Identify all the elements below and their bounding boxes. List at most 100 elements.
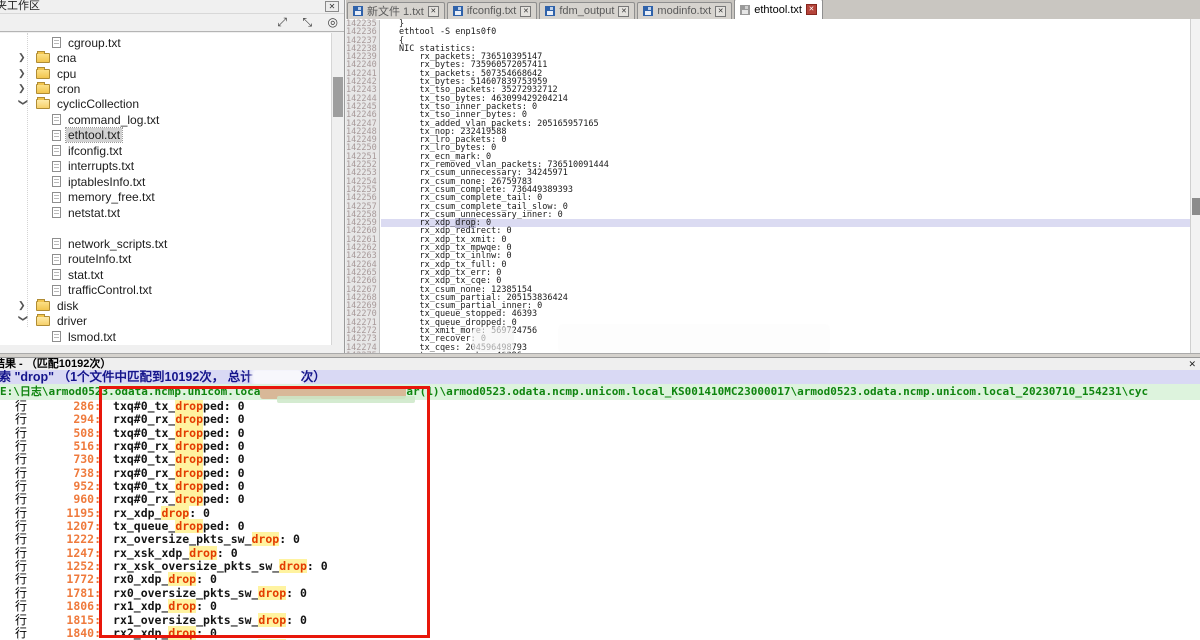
result-line-label: 行: [15, 506, 27, 520]
chevron-collapsed-icon[interactable]: ❯: [18, 52, 28, 63]
folder-open-icon: [36, 99, 50, 109]
result-line-number: 1222:: [27, 533, 101, 546]
tree-item-cgroup.txt[interactable]: cgroup.txt: [0, 35, 331, 50]
tab-label: ifconfig.txt: [467, 5, 517, 17]
tab-label: fdm_output: [559, 5, 614, 17]
tree-item-label: iptablesInfo.txt: [66, 175, 147, 189]
file-icon: [52, 331, 61, 342]
tree-item-label: ifconfig.txt: [66, 144, 124, 158]
editor-area[interactable]: 1422351422361422371422381422391422401422…: [346, 19, 1190, 353]
tree-item-routeInfo.txt[interactable]: routeInfo.txt: [0, 252, 331, 267]
censor-blur: [472, 327, 514, 352]
tab-close-icon[interactable]: ✕: [520, 6, 531, 17]
folder-open-icon: [36, 316, 50, 326]
result-line-label: 行: [15, 572, 27, 586]
tree-item-memory_free.txt[interactable]: memory_free.txt: [0, 189, 331, 204]
chevron-collapsed-icon[interactable]: ❯: [18, 300, 28, 311]
tree-item-cpu[interactable]: ❯cpu: [0, 66, 331, 81]
folder-icon: [36, 301, 50, 311]
tree-item-stat.txt[interactable]: stat.txt: [0, 267, 331, 282]
result-line-number: 508:: [27, 427, 101, 440]
file-icon: [52, 114, 61, 125]
tree-item-disk[interactable]: ❯ disk: [0, 298, 331, 313]
tree-item-iptablesInfo.txt[interactable]: iptablesInfo.txt: [0, 174, 331, 189]
chevron-collapsed-icon[interactable]: ❯: [18, 68, 28, 79]
editor-line: rx_csum_unnecessary_inner: 0: [381, 211, 1190, 219]
tab-close-icon[interactable]: ✕: [715, 6, 726, 17]
result-line-number: 294:: [27, 413, 101, 426]
editor-scrollbar-thumb[interactable]: [1192, 198, 1200, 215]
tree-scrollbar-thumb[interactable]: [333, 77, 343, 117]
tree-scrollbar[interactable]: [331, 33, 344, 345]
result-line-number: 1772:: [27, 573, 101, 586]
file-icon: [52, 145, 61, 156]
results-titlebar: 结果 - （匹配10192次）: [0, 358, 1200, 370]
editor-line: ethtool -S enp1s0f0: [381, 28, 1190, 36]
tab-modinfo.txt[interactable]: modinfo.txt ✕: [637, 2, 732, 19]
tree-item-label: command_log.txt: [66, 113, 161, 127]
result-line-number: 1247:: [27, 547, 101, 560]
chevron-collapsed-icon[interactable]: ❯: [18, 83, 28, 94]
locate-file-icon[interactable]: ◎: [328, 13, 338, 32]
editor-scrollbar[interactable]: [1190, 19, 1200, 353]
result-line-label: 行: [15, 412, 27, 426]
tree-item-label: ethtool.txt: [66, 128, 122, 142]
tree-item-cna[interactable]: ❯cna: [0, 50, 331, 65]
tree-item-ifconfig.txt[interactable]: ifconfig.txt: [0, 143, 331, 158]
line-number-gutter: 1422351422361422371422381422391422401422…: [346, 20, 380, 353]
file-icon: [52, 192, 61, 203]
tree-item-command_log.txt[interactable]: command_log.txt: [0, 112, 331, 127]
tree-item-trafficControl.txt[interactable]: trafficControl.txt: [0, 283, 331, 298]
tab-ethtool.txt[interactable]: ethtool.txt✕: [734, 0, 823, 19]
tree-item-label: memory_free.txt: [66, 190, 157, 204]
collapse-all-icon[interactable]: ⤡: [302, 13, 312, 32]
result-line-number: 286:: [27, 400, 101, 413]
workspace-toolbar: ⤢ ⤡ ◎: [0, 13, 344, 32]
tree-item-cyclicCollection[interactable]: ❯cyclicCollection: [0, 97, 331, 112]
tab-close-icon[interactable]: ✕: [428, 6, 439, 17]
tree-item-label: cgroup.txt: [66, 36, 123, 50]
tab-label: modinfo.txt: [657, 5, 711, 17]
chevron-expanded-icon[interactable]: ❯: [18, 315, 29, 325]
editor-lines: }ethtool -S enp1s0f0{NIC statistics: rx_…: [381, 20, 1190, 353]
editor-line: {: [381, 37, 1190, 45]
result-line-label: 行: [15, 400, 27, 413]
result-line-label: 行: [15, 613, 27, 627]
result-line-number: 1806:: [27, 600, 101, 613]
tree-item-network_scripts.txt[interactable]: network_scripts.txt: [0, 236, 331, 251]
tree-item-label: netstat.txt: [66, 206, 122, 220]
workspace-close-button[interactable]: ✕: [325, 1, 339, 12]
tree-item-cron[interactable]: ❯ cron: [0, 81, 331, 96]
tree-item-netstat.txt[interactable]: netstat.txt: [0, 205, 331, 220]
chevron-expanded-icon[interactable]: ❯: [18, 98, 29, 108]
tab-close-icon[interactable]: ✕: [618, 6, 629, 17]
tree-censored-gap: [0, 220, 331, 236]
results-title: 结果 - （匹配10192次）: [0, 358, 111, 370]
tab-fdm_output[interactable]: fdm_output ✕: [539, 2, 635, 19]
tree-item-label: disk: [55, 299, 80, 313]
tree-item-lsmod.txt[interactable]: lsmod.txt: [0, 329, 331, 344]
search-summary-row[interactable]: 搜索 "drop" （1个文件中匹配到10192次， 总计次）: [0, 370, 1200, 384]
tree-item-ethtool.txt[interactable]: ethtool.txt: [0, 128, 331, 143]
result-line-label: 行: [15, 439, 27, 453]
save-icon: [453, 6, 463, 16]
workspace-panel: 夹工作区 ✕ ⤢ ⤡ ◎ cgroup.txt❯cna❯cpu❯cron❯cyc…: [0, 0, 345, 353]
result-line-label: 行: [15, 452, 27, 466]
result-line-label: 行: [15, 559, 27, 573]
search-summary-suffix: 次）: [301, 370, 326, 384]
file-tree: cgroup.txt❯cna❯cpu❯cron❯cyclicCollection…: [0, 33, 331, 345]
result-line-label: 行: [15, 599, 27, 613]
editor-line: rx_lro_packets: 0: [381, 136, 1190, 144]
results-close-button[interactable]: ✕: [1188, 359, 1196, 370]
file-icon: [52, 238, 61, 249]
file-icon: [52, 37, 61, 48]
tree-item-driver[interactable]: ❯driver: [0, 313, 331, 328]
expand-all-icon[interactable]: ⤢: [277, 13, 287, 32]
save-icon: [740, 5, 750, 15]
tab-ifconfig.txt[interactable]: ifconfig.txt✕: [447, 2, 538, 19]
tab-close-icon[interactable]: ✕: [806, 4, 817, 15]
file-icon: [52, 176, 61, 187]
tree-item-interrupts.txt[interactable]: interrupts.txt: [0, 159, 331, 174]
tree-item-label: cron: [55, 82, 82, 96]
tab-新文件 1.txt[interactable]: 新文件 1.txt✕: [347, 2, 445, 19]
